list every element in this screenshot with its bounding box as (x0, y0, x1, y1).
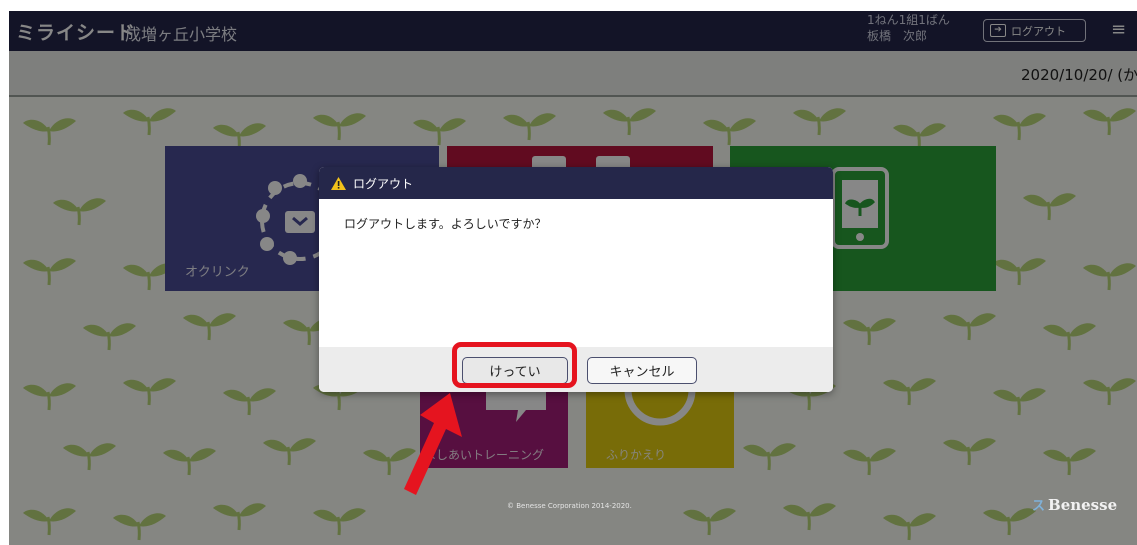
dialog-title: ログアウト (353, 176, 414, 191)
confirm-highlight-box (452, 342, 577, 388)
copyright-text: © Benesse Corporation 2014-2020. (507, 502, 632, 510)
pointer-arrow-icon (404, 393, 462, 495)
dialog-header: ログアウト (319, 167, 833, 199)
benesse-logo: ス Benesse (1032, 495, 1117, 514)
app-frame: ミライシード 成増ヶ丘小学校 1ねん1組1ばん 板橋 次郎 ➔ ログアウト ≡ … (9, 11, 1137, 545)
benesse-mark: ス (1032, 499, 1046, 514)
warning-icon (331, 176, 346, 190)
cancel-button[interactable]: キャンセル (587, 357, 697, 384)
benesse-brand: Benesse (1048, 496, 1118, 514)
dialog-message: ログアウトします。よろしいですか？ (344, 217, 547, 231)
